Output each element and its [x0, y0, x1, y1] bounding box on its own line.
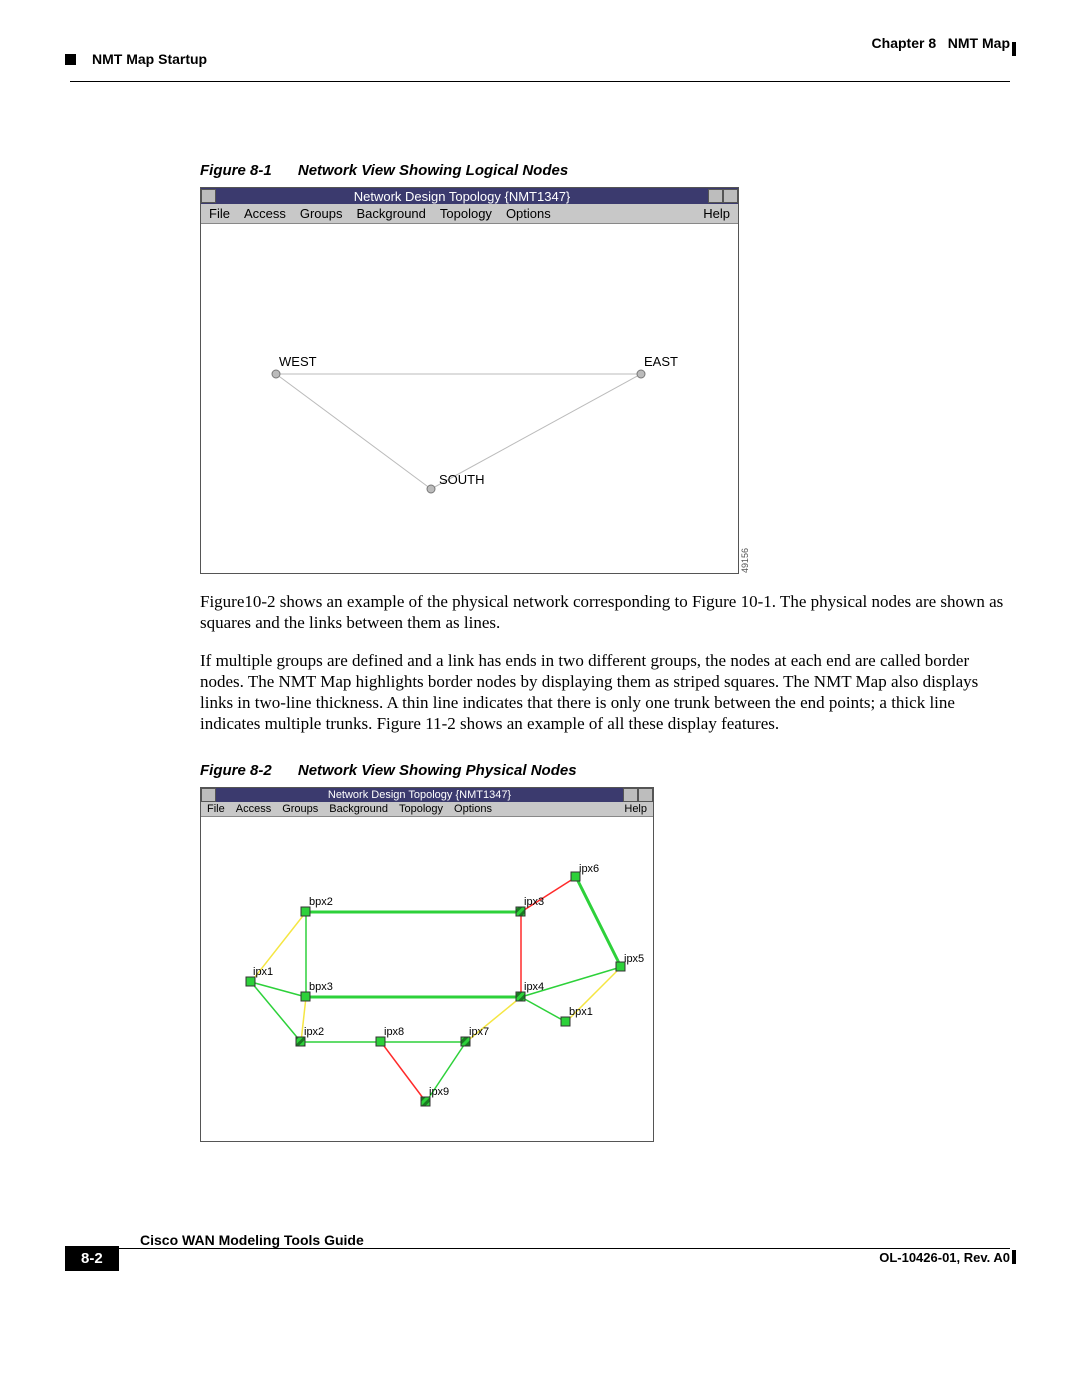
link	[251, 982, 301, 1042]
menu-groups[interactable]: Groups	[282, 803, 318, 815]
figure-2-canvas[interactable]: ipx1 bpx2 bpx3 ipx2 ipx8 ipx9 ipx7 ipx4 …	[201, 817, 653, 1137]
label-ipx2: ipx2	[304, 1026, 324, 1038]
figure-1-number: Figure 8-1	[200, 162, 272, 179]
figure-1-window: Network Design Topology {NMT1347} File A…	[200, 187, 739, 574]
link	[251, 982, 306, 997]
node-ipx8[interactable]	[376, 1037, 385, 1046]
node-west[interactable]	[272, 370, 280, 378]
node-ipx7[interactable]	[461, 1037, 470, 1046]
menu-topology[interactable]: Topology	[399, 803, 443, 815]
node-ipx2[interactable]	[296, 1037, 305, 1046]
label-ipx5: ipx5	[624, 953, 644, 965]
label-bpx1: bpx1	[569, 1006, 593, 1018]
label-bpx3: bpx3	[309, 981, 333, 993]
menu-groups[interactable]: Groups	[300, 206, 343, 221]
link	[576, 877, 621, 967]
page-header: Chapter 8 NMT Map NMT Map Startup	[70, 35, 1010, 63]
figure-1-id: 49156	[740, 548, 750, 573]
footer-doc-title: Cisco WAN Modeling Tools Guide	[140, 1232, 1010, 1248]
figure-2-caption: Figure 8-2 Network View Showing Physical…	[200, 762, 1010, 779]
menu-access[interactable]: Access	[244, 206, 286, 221]
node-bpx1[interactable]	[561, 1017, 570, 1026]
window-control-icon[interactable]	[723, 189, 738, 203]
label-ipx1: ipx1	[253, 966, 273, 978]
window-control-icon[interactable]	[638, 788, 653, 802]
node-ipx1[interactable]	[246, 977, 255, 986]
node-south[interactable]	[427, 485, 435, 493]
node-east[interactable]	[637, 370, 645, 378]
link	[381, 1042, 426, 1102]
node-bpx2[interactable]	[301, 907, 310, 916]
node-ipx4[interactable]	[516, 992, 525, 1001]
label-ipx9: ipx9	[429, 1086, 449, 1098]
footer-doc-id: OL-10426-01, Rev. A0	[879, 1250, 1010, 1265]
figure-2-window-title: Network Design Topology {NMT1347}	[216, 789, 623, 801]
menu-options[interactable]: Options	[506, 206, 551, 221]
figure-2-window: Network Design Topology {NMT1347} File A…	[200, 787, 654, 1142]
menu-help[interactable]: Help	[703, 206, 730, 221]
figure-2-title: Network View Showing Physical Nodes	[298, 762, 577, 779]
figure-2-titlebar: Network Design Topology {NMT1347}	[201, 788, 653, 802]
chapter-ref: Chapter 8	[872, 35, 937, 51]
window-control-icon[interactable]	[623, 788, 638, 802]
menu-options[interactable]: Options	[454, 803, 492, 815]
label-bpx2: bpx2	[309, 896, 333, 908]
figure-1-caption: Figure 8-1 Network View Showing Logical …	[200, 162, 1010, 179]
menu-file[interactable]: File	[209, 206, 230, 221]
node-bpx3[interactable]	[301, 992, 310, 1001]
menu-background[interactable]: Background	[357, 206, 426, 221]
node-south-label: SOUTH	[439, 472, 485, 487]
figure-2-number: Figure 8-2	[200, 762, 272, 779]
label-ipx6: ipx6	[579, 863, 599, 875]
node-ipx9[interactable]	[421, 1097, 430, 1106]
chapter-title: NMT Map	[948, 35, 1010, 51]
node-east-label: EAST	[644, 354, 678, 369]
label-ipx7: ipx7	[469, 1026, 489, 1038]
menu-background[interactable]: Background	[329, 803, 388, 815]
body-paragraph-1: Figure10-2 shows an example of the physi…	[200, 592, 1010, 633]
header-rule-tick	[1012, 42, 1016, 56]
page-footer: Cisco WAN Modeling Tools Guide 8-2 OL-10…	[70, 1232, 1010, 1292]
body-paragraph-2: If multiple groups are defined and a lin…	[200, 651, 1010, 734]
page-number: 8-2	[65, 1246, 119, 1271]
figure-1-titlebar: Network Design Topology {NMT1347}	[201, 188, 738, 204]
figure-1-window-title: Network Design Topology {NMT1347}	[216, 189, 708, 204]
header-rule	[70, 81, 1010, 82]
section-title: NMT Map Startup	[92, 51, 207, 67]
link-west-south	[276, 374, 431, 489]
node-west-label: WEST	[279, 354, 317, 369]
footer-rule-tick	[1012, 1250, 1016, 1264]
menu-file[interactable]: File	[207, 803, 225, 815]
figure-2-menubar: File Access Groups Background Topology O…	[201, 802, 653, 817]
label-ipx4: ipx4	[524, 981, 544, 993]
label-ipx8: ipx8	[384, 1026, 404, 1038]
figure-1-menubar: File Access Groups Background Topology O…	[201, 204, 738, 224]
footer-rule	[70, 1248, 1010, 1249]
label-ipx3: ipx3	[524, 896, 544, 908]
menu-access[interactable]: Access	[236, 803, 271, 815]
window-control-icon[interactable]	[201, 189, 216, 203]
section-marker-icon	[65, 54, 76, 65]
window-control-icon[interactable]	[201, 788, 216, 802]
link	[521, 997, 566, 1022]
figure-1-canvas[interactable]: WEST EAST SOUTH	[201, 224, 738, 569]
menu-help[interactable]: Help	[624, 803, 647, 815]
window-control-icon[interactable]	[708, 189, 723, 203]
node-ipx3[interactable]	[516, 907, 525, 916]
figure-1-title: Network View Showing Logical Nodes	[298, 162, 568, 179]
menu-topology[interactable]: Topology	[440, 206, 492, 221]
